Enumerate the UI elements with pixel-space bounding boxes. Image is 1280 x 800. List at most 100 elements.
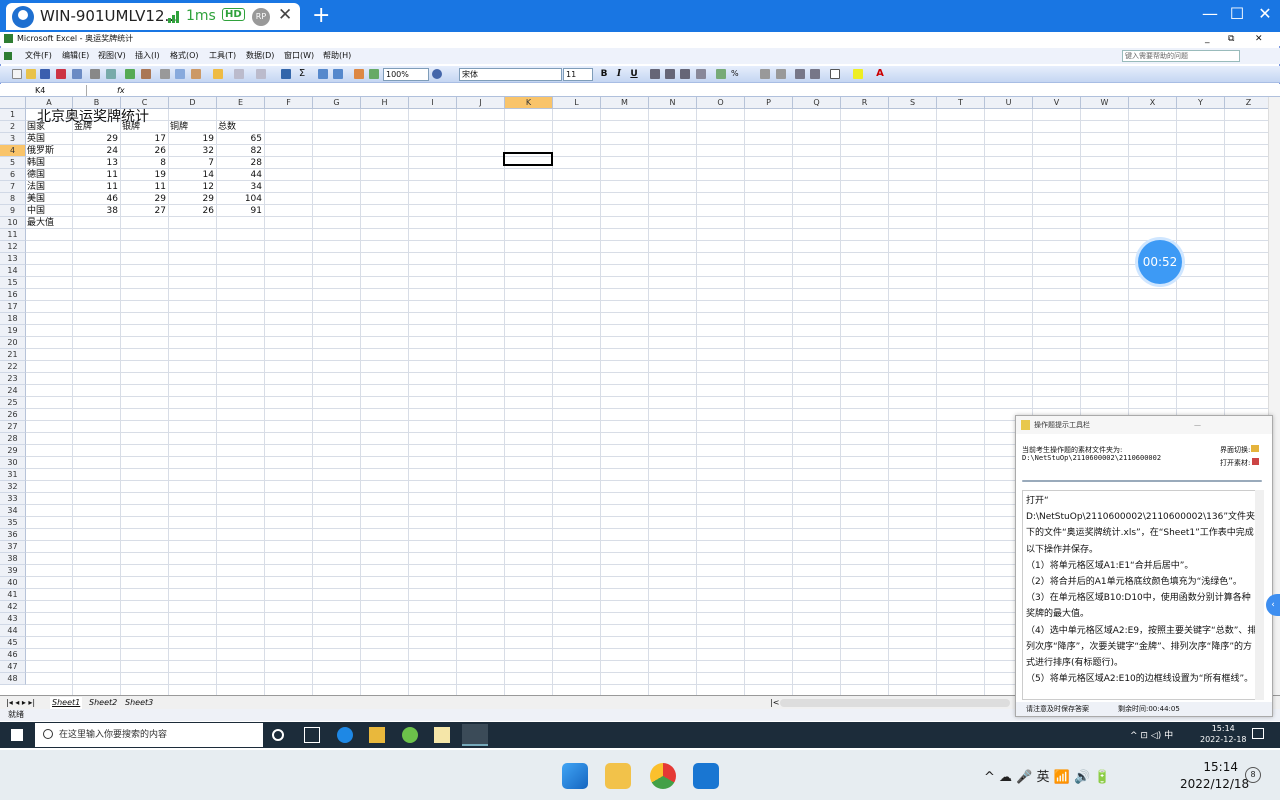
data-cell[interactable]: 44 xyxy=(217,169,265,181)
menu-data[interactable]: 数据(D) xyxy=(246,48,274,64)
row-header-33[interactable]: 33 xyxy=(0,493,26,505)
menu-file[interactable]: 文件(F) xyxy=(25,48,52,64)
row-header-7[interactable]: 7 xyxy=(0,181,26,193)
menu-format[interactable]: 格式(O) xyxy=(170,48,199,64)
align-left-icon[interactable] xyxy=(650,69,660,79)
data-cell[interactable]: 17 xyxy=(121,133,169,145)
excel-minimize-icon[interactable]: _ xyxy=(1205,32,1210,46)
row-header-23[interactable]: 23 xyxy=(0,373,26,385)
row-header-8[interactable]: 8 xyxy=(0,193,26,205)
row-header-3[interactable]: 3 xyxy=(0,133,26,145)
row-header-29[interactable]: 29 xyxy=(0,445,26,457)
host-clock[interactable]: 15:14 2022/12/18 xyxy=(1180,759,1249,793)
menu-window[interactable]: 窗口(W) xyxy=(284,48,314,64)
data-cell[interactable]: 8 xyxy=(121,157,169,169)
header-cell[interactable]: 银牌 xyxy=(121,121,169,133)
row-header-6[interactable]: 6 xyxy=(0,169,26,181)
select-all-corner[interactable] xyxy=(0,97,26,109)
column-header-x[interactable]: X xyxy=(1129,97,1177,109)
mail-icon[interactable] xyxy=(72,69,82,79)
data-cell[interactable]: 韩国 xyxy=(26,157,73,169)
font-select[interactable]: 宋体 xyxy=(459,68,562,81)
row-header-37[interactable]: 37 xyxy=(0,541,26,553)
permission-icon[interactable] xyxy=(56,69,66,79)
switch-view-label[interactable]: 界面切换: xyxy=(1220,445,1260,455)
underline-button[interactable]: U xyxy=(628,67,640,81)
menu-view[interactable]: 视图(V) xyxy=(98,48,126,64)
row-header-19[interactable]: 19 xyxy=(0,325,26,337)
fx-icon[interactable]: fx xyxy=(117,84,125,97)
data-cell[interactable]: 26 xyxy=(169,205,217,217)
row-header-47[interactable]: 47 xyxy=(0,661,26,673)
percent-icon[interactable]: % xyxy=(731,69,741,79)
remote-session-tab[interactable]: WIN-901UMLV12... 1ms HD RP ✕ xyxy=(6,3,300,30)
align-center-icon[interactable] xyxy=(665,69,675,79)
host-notification-badge[interactable]: 8 xyxy=(1245,767,1261,783)
currency-icon[interactable] xyxy=(716,69,726,79)
copy-icon[interactable] xyxy=(175,69,185,79)
minimize-icon[interactable]: — xyxy=(1195,4,1225,23)
open-material-label[interactable]: 打开素材: xyxy=(1220,458,1260,468)
menu-edit[interactable]: 编辑(E) xyxy=(62,48,89,64)
exam-tool-icon[interactable] xyxy=(434,727,450,743)
data-cell[interactable]: 19 xyxy=(121,169,169,181)
hd-badge[interactable]: HD xyxy=(222,8,245,21)
remote-app-icon[interactable] xyxy=(693,763,719,789)
row-header-46[interactable]: 46 xyxy=(0,649,26,661)
header-cell[interactable]: 国家 xyxy=(26,121,73,133)
align-right-icon[interactable] xyxy=(680,69,690,79)
drawing-icon[interactable] xyxy=(369,69,379,79)
data-cell[interactable]: 24 xyxy=(73,145,121,157)
data-cell[interactable]: 11 xyxy=(73,169,121,181)
column-header-z[interactable]: Z xyxy=(1225,97,1268,109)
row-header-25[interactable]: 25 xyxy=(0,397,26,409)
row-header-9[interactable]: 9 xyxy=(0,205,26,217)
row-header-24[interactable]: 24 xyxy=(0,385,26,397)
data-cell[interactable]: 46 xyxy=(73,193,121,205)
close-tab-icon[interactable]: ✕ xyxy=(278,5,292,25)
green-app-icon[interactable] xyxy=(402,727,418,743)
row-header-15[interactable]: 15 xyxy=(0,277,26,289)
font-size-select[interactable]: 11 xyxy=(563,68,593,81)
row-header-12[interactable]: 12 xyxy=(0,241,26,253)
research-icon[interactable] xyxy=(141,69,151,79)
notification-icon[interactable] xyxy=(1252,728,1264,739)
data-cell[interactable]: 19 xyxy=(169,133,217,145)
column-header-v[interactable]: V xyxy=(1033,97,1081,109)
task-view-icon[interactable] xyxy=(304,727,320,743)
row-header-22[interactable]: 22 xyxy=(0,361,26,373)
data-cell[interactable]: 11 xyxy=(121,181,169,193)
data-cell[interactable]: 7 xyxy=(169,157,217,169)
save-icon[interactable] xyxy=(40,69,50,79)
decrease-indent-icon[interactable] xyxy=(795,69,805,79)
rp-badge[interactable]: RP xyxy=(252,8,270,26)
column-header-w[interactable]: W xyxy=(1081,97,1129,109)
merge-center-icon[interactable] xyxy=(696,69,706,79)
switch-view-icon[interactable] xyxy=(1251,445,1260,452)
menu-insert[interactable]: 插入(I) xyxy=(135,48,160,64)
data-cell[interactable]: 91 xyxy=(217,205,265,217)
data-cell[interactable]: 28 xyxy=(217,157,265,169)
open-material-icon[interactable] xyxy=(1252,458,1260,465)
instructions-box[interactable]: 打开“ D:\NetStuOp\2110600002\2110600002\13… xyxy=(1022,490,1262,700)
row-header-18[interactable]: 18 xyxy=(0,313,26,325)
taskbar-search-input[interactable]: 在这里输入你要搜索的内容 xyxy=(35,723,263,747)
column-header-f[interactable]: F xyxy=(265,97,313,109)
maximize-icon[interactable]: ☐ xyxy=(1222,4,1252,23)
data-cell[interactable]: 14 xyxy=(169,169,217,181)
font-color-icon[interactable]: A xyxy=(875,69,885,79)
row-header-14[interactable]: 14 xyxy=(0,265,26,277)
close-window-icon[interactable]: ✕ xyxy=(1250,4,1280,23)
new-icon[interactable] xyxy=(12,69,22,79)
host-tray-icons[interactable]: ^ ☁ 🎤 英 📶 🔊 🔋 xyxy=(984,766,1110,785)
redo-icon[interactable] xyxy=(256,69,266,79)
row-header-32[interactable]: 32 xyxy=(0,481,26,493)
row-header-38[interactable]: 38 xyxy=(0,553,26,565)
data-cell[interactable]: 美国 xyxy=(26,193,73,205)
menu-help[interactable]: 帮助(H) xyxy=(323,48,351,64)
file-explorer-icon[interactable] xyxy=(369,727,385,743)
data-cell[interactable]: 德国 xyxy=(26,169,73,181)
row-header-30[interactable]: 30 xyxy=(0,457,26,469)
data-cell[interactable]: 104 xyxy=(217,193,265,205)
row-header-45[interactable]: 45 xyxy=(0,637,26,649)
